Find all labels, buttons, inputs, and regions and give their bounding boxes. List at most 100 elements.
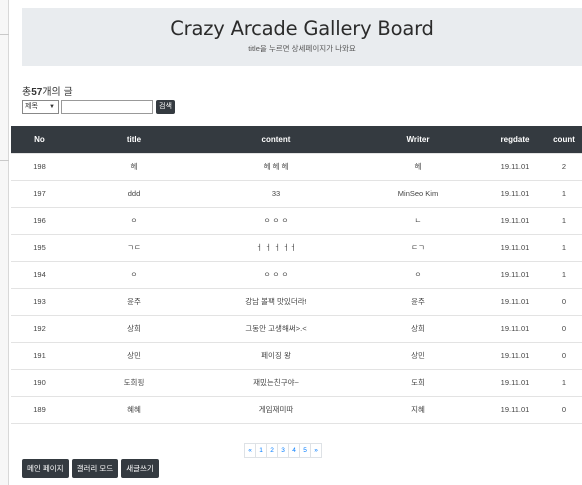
gallery-mode-button[interactable]: 갤러리 모드 xyxy=(71,459,119,478)
cell-writer: ㄷㄱ xyxy=(352,233,484,261)
table-row[interactable]: 190 도희핑 재밌는친구야~ 도희 19.11.01 1 xyxy=(11,368,582,396)
cell-writer: 상희 xyxy=(352,314,484,342)
table-header-row: No title content Writer regdate count xyxy=(11,126,582,153)
cell-content: 페이징 왕 xyxy=(200,341,352,369)
cell-no: 193 xyxy=(11,287,68,315)
search-type-value: 제목 xyxy=(25,102,38,110)
cell-count: 2 xyxy=(546,152,582,180)
search-type-select[interactable]: 제목 ▼ xyxy=(22,99,59,114)
cell-regdate: 19.11.01 xyxy=(484,179,546,207)
column-header-title: title xyxy=(68,126,200,153)
column-header-regdate: regdate xyxy=(484,126,546,153)
cell-count: 0 xyxy=(546,395,582,424)
cell-count: 1 xyxy=(546,179,582,207)
table-row[interactable]: 189 혜혜 게임재미따 지혜 19.11.01 0 xyxy=(11,395,582,424)
search-input[interactable] xyxy=(61,99,153,114)
cell-writer: MinSeo Kim xyxy=(352,179,484,207)
column-header-writer: Writer xyxy=(352,126,484,153)
cell-regdate: 19.11.01 xyxy=(484,395,546,424)
cell-content: 그동안 고생해써>.< xyxy=(200,314,352,342)
cell-writer: 헤 xyxy=(352,152,484,180)
cell-count: 0 xyxy=(546,341,582,369)
cell-count: 1 xyxy=(546,368,582,396)
cell-regdate: 19.11.01 xyxy=(484,368,546,396)
cell-content: ㅇ ㅇ ㅇ xyxy=(200,260,352,288)
cell-title-link[interactable]: ㅇ xyxy=(68,260,200,288)
cell-no: 195 xyxy=(11,233,68,261)
page-next-button[interactable]: » xyxy=(310,443,322,458)
column-header-content: content xyxy=(200,126,352,153)
page-title: Crazy Arcade Gallery Board xyxy=(170,17,434,40)
cell-content: ㅇ ㅇ ㅇ xyxy=(200,206,352,234)
table-row[interactable]: 193 윤주 강남 볼팩 맛있더라! 윤주 19.11.01 0 xyxy=(11,287,582,315)
search-button[interactable]: 검색 xyxy=(156,99,175,114)
cell-title-link[interactable]: 혜혜 xyxy=(68,395,200,424)
cell-regdate: 19.11.01 xyxy=(484,152,546,180)
cell-content: 헤 헤 헤 xyxy=(200,152,352,180)
cell-no: 194 xyxy=(11,260,68,288)
cell-writer: 지혜 xyxy=(352,395,484,424)
table-row[interactable]: 196 ㅇ ㅇ ㅇ ㅇ ㄴ 19.11.01 1 xyxy=(11,206,582,234)
search-bar: 제목 ▼ 검색 xyxy=(22,99,175,114)
cell-writer: 윤주 xyxy=(352,287,484,315)
column-header-no: No xyxy=(11,126,68,153)
cell-count: 0 xyxy=(546,314,582,342)
cell-no: 197 xyxy=(11,179,68,207)
cell-content: ㅓ ㅓ ㅓ ㅓㅓ xyxy=(200,233,352,261)
column-header-count: count xyxy=(546,126,582,153)
cell-writer: 상민 xyxy=(352,341,484,369)
pagination: « 1 2 3 4 5 » xyxy=(244,443,322,458)
cell-no: 190 xyxy=(11,368,68,396)
cell-count: 1 xyxy=(546,206,582,234)
post-total: 총57개의 글 xyxy=(22,83,73,98)
cell-title-link[interactable]: 윤주 xyxy=(68,287,200,315)
table-row[interactable]: 197 ddd 33 MinSeo Kim 19.11.01 1 xyxy=(11,179,582,207)
cell-writer: 도희 xyxy=(352,368,484,396)
cell-regdate: 19.11.01 xyxy=(484,341,546,369)
cell-regdate: 19.11.01 xyxy=(484,287,546,315)
table-row[interactable]: 192 상희 그동안 고생해써>.< 상희 19.11.01 0 xyxy=(11,314,582,342)
cell-count: 0 xyxy=(546,287,582,315)
footer-actions: 메인 페이지 갤러리 모드 새글쓰기 xyxy=(22,459,162,478)
board-table: No title content Writer regdate count 19… xyxy=(11,126,582,424)
left-window-frame xyxy=(0,0,9,485)
cell-content: 33 xyxy=(200,179,352,207)
cell-regdate: 19.11.01 xyxy=(484,260,546,288)
cell-content: 강남 볼팩 맛있더라! xyxy=(200,287,352,315)
cell-title-link[interactable]: ddd xyxy=(68,179,200,207)
table-row[interactable]: 191 상민 페이징 왕 상민 19.11.01 0 xyxy=(11,341,582,369)
cell-no: 189 xyxy=(11,395,68,424)
post-total-suffix: 개의 글 xyxy=(42,87,73,98)
cell-regdate: 19.11.01 xyxy=(484,206,546,234)
chevron-down-icon: ▼ xyxy=(49,103,55,110)
post-total-count: 57 xyxy=(31,87,43,98)
cell-regdate: 19.11.01 xyxy=(484,233,546,261)
cell-no: 198 xyxy=(11,152,68,180)
page-subtitle: title을 누르면 상세페이지가 나와요 xyxy=(248,44,356,53)
table-row[interactable]: 198 헤 헤 헤 헤 헤 19.11.01 2 xyxy=(11,152,582,180)
post-total-prefix: 총 xyxy=(22,87,32,98)
table-row[interactable]: 195 ㄱㄷ ㅓ ㅓ ㅓ ㅓㅓ ㄷㄱ 19.11.01 1 xyxy=(11,233,582,261)
cell-no: 196 xyxy=(11,206,68,234)
frame-divider xyxy=(0,160,9,161)
frame-divider xyxy=(0,34,9,35)
cell-count: 1 xyxy=(546,260,582,288)
cell-title-link[interactable]: 도희핑 xyxy=(68,368,200,396)
cell-writer: ㅇ xyxy=(352,260,484,288)
new-post-button[interactable]: 새글쓰기 xyxy=(121,459,159,478)
main-page-button[interactable]: 메인 페이지 xyxy=(22,459,69,478)
cell-regdate: 19.11.01 xyxy=(484,314,546,342)
table-row[interactable]: 194 ㅇ ㅇ ㅇ ㅇ ㅇ 19.11.01 1 xyxy=(11,260,582,288)
cell-no: 192 xyxy=(11,314,68,342)
cell-title-link[interactable]: 상민 xyxy=(68,341,200,369)
cell-content: 게임재미따 xyxy=(200,395,352,424)
cell-content: 재밌는친구야~ xyxy=(200,368,352,396)
cell-no: 191 xyxy=(11,341,68,369)
cell-title-link[interactable]: ㄱㄷ xyxy=(68,233,200,261)
cell-writer: ㄴ xyxy=(352,206,484,234)
cell-title-link[interactable]: 헤 xyxy=(68,152,200,180)
page-header: Crazy Arcade Gallery Board title을 누르면 상세… xyxy=(22,8,582,66)
cell-title-link[interactable]: 상희 xyxy=(68,314,200,342)
cell-title-link[interactable]: ㅇ xyxy=(68,206,200,234)
cell-count: 1 xyxy=(546,233,582,261)
